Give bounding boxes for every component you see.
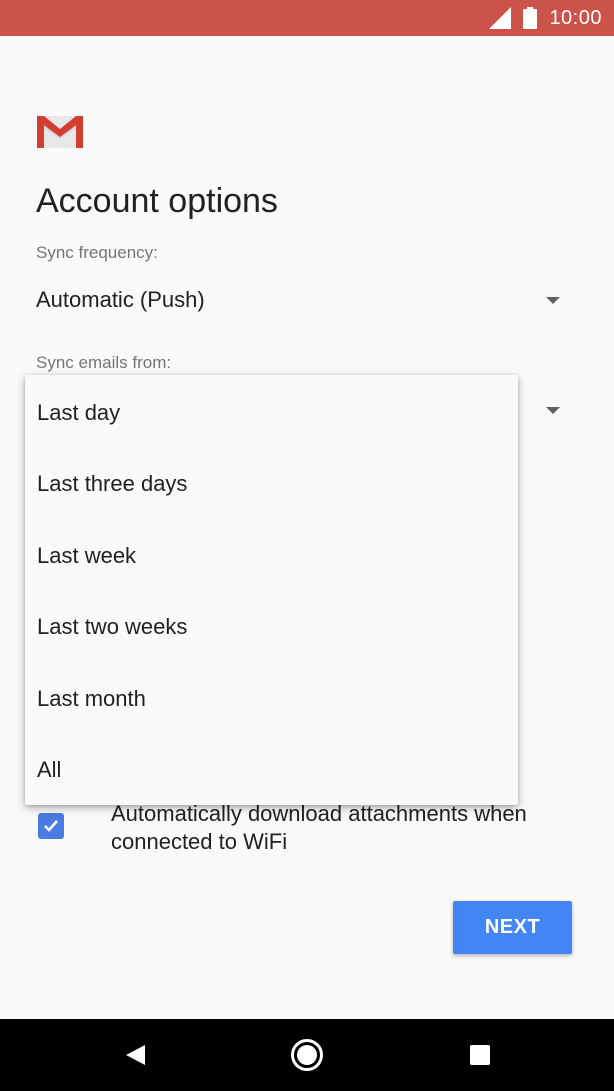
back-button[interactable]	[110, 1019, 160, 1091]
sync-frequency-select[interactable]: Automatic (Push)	[36, 280, 566, 320]
battery-icon	[523, 7, 538, 29]
navigation-bar	[0, 1019, 614, 1091]
attachments-option[interactable]: Automatically download attachments when …	[38, 800, 588, 856]
cell-signal-icon	[489, 7, 512, 29]
home-icon	[291, 1039, 323, 1071]
dropdown-option-last-day[interactable]: Last day	[25, 377, 518, 449]
back-icon	[126, 1045, 145, 1065]
dropdown-option-last-two-weeks[interactable]: Last two weeks	[25, 592, 518, 664]
page-title: Account options	[36, 182, 278, 220]
sync-frequency-value: Automatic (Push)	[36, 287, 205, 312]
dropdown-caret-icon	[546, 406, 560, 414]
dropdown-option-last-three-days[interactable]: Last three days	[25, 449, 518, 521]
next-button[interactable]: NEXT	[453, 901, 572, 954]
recent-apps-icon	[470, 1045, 490, 1065]
recent-apps-button[interactable]	[455, 1019, 505, 1091]
home-button[interactable]	[282, 1019, 332, 1091]
attachments-label: Automatically download attachments when …	[111, 801, 527, 854]
dropdown-caret-icon	[546, 296, 560, 304]
dropdown-option-last-month[interactable]: Last month	[25, 663, 518, 735]
status-bar: 10:00	[0, 0, 614, 36]
sync-frequency-label: Sync frequency:	[36, 243, 158, 262]
sync-emails-from-label: Sync emails from:	[36, 353, 172, 372]
sync-emails-from-dropdown: Last day Last three days Last week Last …	[25, 375, 518, 805]
checkmark-icon	[44, 820, 58, 832]
dropdown-option-all[interactable]: All	[25, 735, 518, 807]
attachments-checkbox[interactable]	[38, 813, 64, 839]
dropdown-option-last-week[interactable]: Last week	[25, 520, 518, 592]
gmail-logo-icon	[37, 116, 83, 148]
status-time: 10:00	[549, 6, 602, 29]
